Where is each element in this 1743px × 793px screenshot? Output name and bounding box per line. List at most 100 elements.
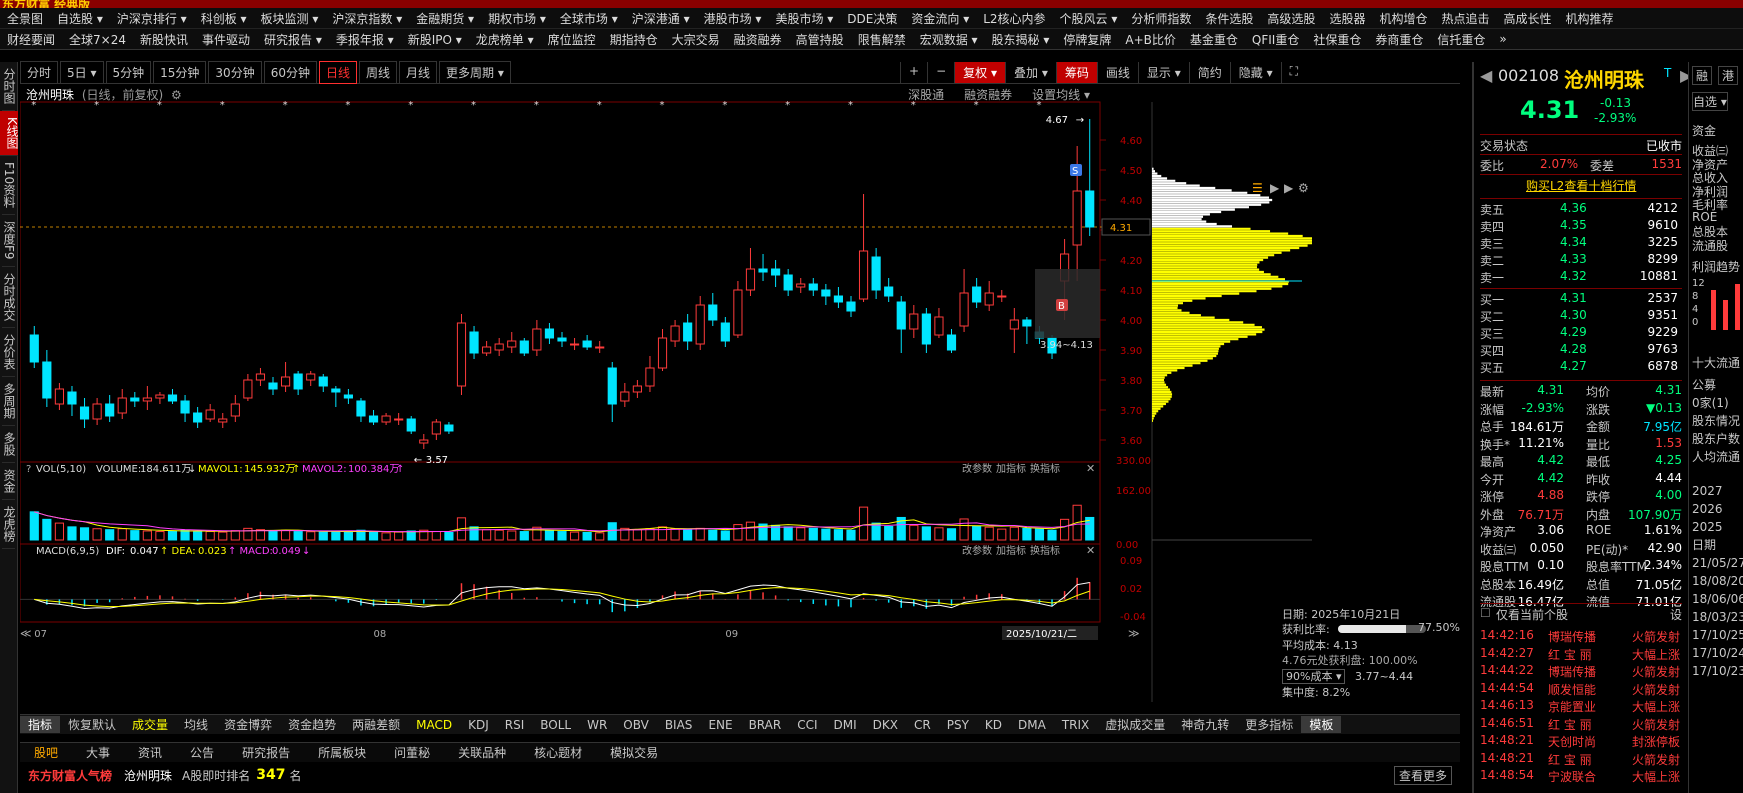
- menu-item[interactable]: 热点追击: [1434, 10, 1496, 27]
- indicator-button[interactable]: TRIX: [1054, 718, 1097, 732]
- indicator-button[interactable]: CCI: [789, 718, 825, 732]
- pane-button[interactable]: 改参数: [962, 462, 992, 475]
- menu-item[interactable]: 信托重仓: [1430, 31, 1492, 48]
- left-nav-item[interactable]: 深度F9: [2, 215, 16, 267]
- menu-item[interactable]: 季报年报 ▾: [329, 31, 401, 48]
- indicator-button[interactable]: OBV: [615, 718, 657, 732]
- alert-row[interactable]: 14:44:22 博瑞传播 火箭发射: [1480, 663, 1682, 679]
- chart-tool-button[interactable]: 隐藏 ▾: [1229, 62, 1281, 83]
- indicator-button[interactable]: 资金博弈: [216, 716, 280, 733]
- info-tab[interactable]: 公告: [176, 744, 228, 761]
- period-button[interactable]: 30分钟: [208, 61, 262, 84]
- menu-item[interactable]: 港股市场 ▾: [697, 10, 769, 27]
- indicator-button[interactable]: CR: [906, 718, 939, 732]
- chart-tool-button[interactable]: ⛶: [1280, 62, 1306, 83]
- menu-item[interactable]: DDE决策: [840, 10, 904, 27]
- period-button[interactable]: 60分钟: [263, 61, 317, 84]
- indicator-button[interactable]: 成交量: [124, 716, 176, 733]
- period-button[interactable]: 月线: [399, 61, 438, 84]
- info-tab[interactable]: 研究报告: [228, 744, 304, 761]
- indicator-button[interactable]: DKX: [865, 718, 906, 732]
- menu-item[interactable]: 全球7×24: [62, 31, 133, 48]
- info-tab[interactable]: 大事: [72, 744, 124, 761]
- alert-settings-button[interactable]: 设: [1670, 606, 1682, 623]
- chip-cost-select[interactable]: 90%成本 ▾: [1282, 669, 1346, 684]
- period-button[interactable]: 5分钟: [105, 61, 152, 84]
- left-nav-item[interactable]: F10资料: [2, 156, 16, 216]
- left-nav-item[interactable]: 分时成交: [2, 267, 16, 328]
- chart-tool-button[interactable]: 复权 ▾: [954, 62, 1006, 83]
- pane-button[interactable]: 换指标: [1030, 544, 1060, 557]
- indicator-button[interactable]: DMI: [826, 718, 865, 732]
- menu-item[interactable]: 期权市场 ▾: [481, 10, 553, 27]
- menu-item[interactable]: 限售解禁: [851, 31, 913, 48]
- info-tab[interactable]: 所属板块: [304, 744, 380, 761]
- left-nav-item[interactable]: 分时图: [2, 62, 16, 111]
- left-nav-item[interactable]: 分价表: [2, 328, 16, 377]
- menu-item[interactable]: 新股IPO ▾: [401, 31, 469, 48]
- funds-tab[interactable]: 资金: [1692, 122, 1716, 139]
- menu-item[interactable]: 分析师指数: [1124, 10, 1198, 27]
- info-tab[interactable]: 关联品种: [444, 744, 520, 761]
- menu-item[interactable]: 全球市场 ▾: [553, 10, 625, 27]
- menu-item[interactable]: 大宗交易: [665, 31, 727, 48]
- menu-item[interactable]: 科创板 ▾: [194, 10, 254, 27]
- alert-row[interactable]: 14:48:21 红 宝 丽 火箭发射: [1480, 751, 1682, 767]
- alert-row[interactable]: 14:42:16 博瑞传播 火箭发射: [1480, 628, 1682, 644]
- left-nav-item[interactable]: K线图: [0, 111, 19, 156]
- menu-item[interactable]: 社保重仓: [1306, 31, 1368, 48]
- chart-tool-button[interactable]: 显示 ▾: [1137, 62, 1189, 83]
- prev-stock-icon[interactable]: ◀: [1480, 66, 1492, 85]
- indicator-button[interactable]: 虚拟成交量: [1097, 716, 1173, 733]
- info-tab[interactable]: 资讯: [124, 744, 176, 761]
- left-nav-item[interactable]: 多周期: [2, 377, 16, 426]
- menu-item[interactable]: 宏观数据 ▾: [913, 31, 985, 48]
- menu-item[interactable]: 新股快讯: [133, 31, 195, 48]
- gear-icon[interactable]: ⚙: [1298, 181, 1309, 195]
- chart-tool-button[interactable]: 简约: [1188, 62, 1230, 83]
- menu-item[interactable]: 龙虎榜单 ▾: [469, 31, 541, 48]
- indicator-button[interactable]: WR: [579, 718, 615, 732]
- menu-item[interactable]: 沪深港通 ▾: [625, 10, 697, 27]
- chip-toggle-icon[interactable]: ☰: [1252, 181, 1263, 195]
- period-button[interactable]: 日线: [318, 61, 357, 84]
- period-button[interactable]: 15分钟: [153, 61, 207, 84]
- menu-item[interactable]: 个股风云 ▾: [1053, 10, 1125, 27]
- menu-item[interactable]: 席位监控: [541, 31, 603, 48]
- info-tab[interactable]: 核心题材: [520, 744, 596, 761]
- info-tab[interactable]: 模拟交易: [596, 744, 672, 761]
- indicator-button[interactable]: 指标: [20, 716, 61, 733]
- left-nav-item[interactable]: 资金: [2, 463, 16, 500]
- indicator-button[interactable]: BRAR: [741, 718, 790, 732]
- l2-buy-link[interactable]: 购买L2查看十档行情: [1526, 177, 1636, 194]
- period-button[interactable]: 周线: [359, 61, 398, 84]
- alert-row[interactable]: 14:48:54 宁波联合 大幅上涨: [1480, 768, 1682, 784]
- menu-item[interactable]: A+B比价: [1118, 31, 1183, 48]
- info-tab[interactable]: 股吧: [20, 744, 72, 761]
- alert-row[interactable]: 14:42:27 红 宝 丽 大幅上涨: [1480, 646, 1682, 662]
- left-nav-item[interactable]: 多股: [2, 426, 16, 463]
- menu-item[interactable]: 高成长性: [1496, 10, 1558, 27]
- menu-item[interactable]: 机构推荐: [1559, 10, 1621, 27]
- menu-item[interactable]: 券商重仓: [1368, 31, 1430, 48]
- menu-item[interactable]: 基金重仓: [1183, 31, 1245, 48]
- menu-item[interactable]: 股东揭秘 ▾: [985, 31, 1057, 48]
- indicator-button[interactable]: KD: [977, 718, 1010, 732]
- play-icon[interactable]: ▶: [1284, 181, 1294, 195]
- menu-item[interactable]: L2核心内参: [976, 10, 1052, 27]
- self-select-button[interactable]: 自选 ▾: [1692, 92, 1728, 111]
- checkbox-icon[interactable]: ☐: [1480, 606, 1491, 620]
- pane-button[interactable]: 换指标: [1030, 462, 1060, 475]
- indicator-button[interactable]: ENE: [700, 718, 740, 732]
- menu-item[interactable]: 金融期货 ▾: [409, 10, 481, 27]
- indicator-button[interactable]: BIAS: [657, 718, 701, 732]
- menu-item[interactable]: 资金流向 ▾: [904, 10, 976, 27]
- pane-button[interactable]: 改参数: [962, 544, 992, 557]
- indicator-button[interactable]: PSY: [939, 718, 977, 732]
- left-nav-item[interactable]: 龙虎榜: [2, 500, 16, 549]
- chart-tool-button[interactable]: 画线: [1096, 62, 1138, 83]
- menu-item[interactable]: 期指持仓: [603, 31, 665, 48]
- menu-item[interactable]: 高管持股: [789, 31, 851, 48]
- indicator-button[interactable]: BOLL: [532, 718, 579, 732]
- menu-item[interactable]: 停牌复牌: [1056, 31, 1118, 48]
